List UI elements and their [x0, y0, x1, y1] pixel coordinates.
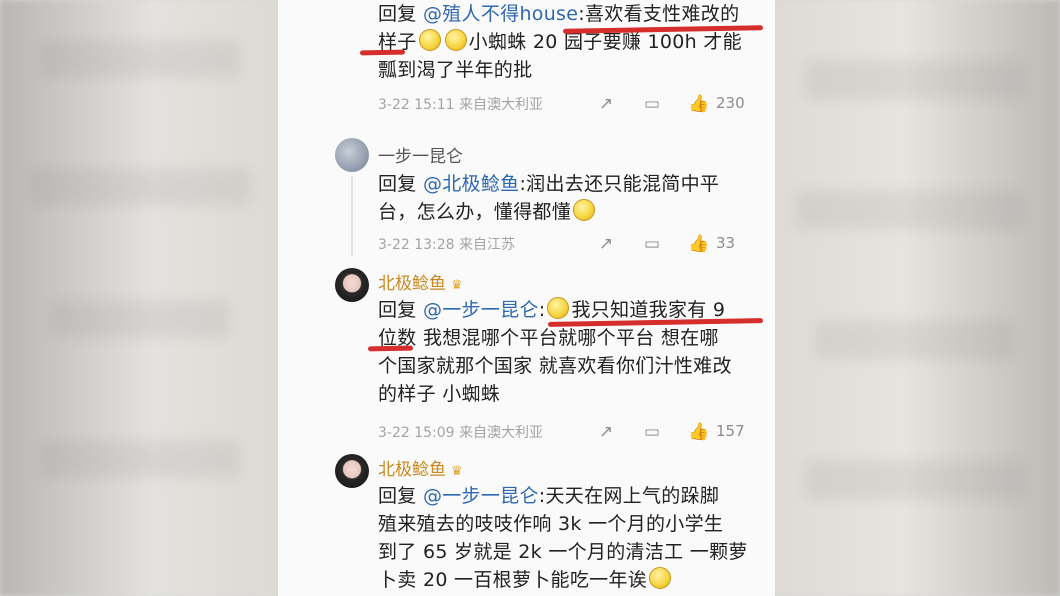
mention-link[interactable]: @殖人不得house [423, 3, 578, 25]
comment-icon[interactable]: ▭ [642, 422, 662, 442]
comment-body: 回复 @殖人不得house:喜欢看支性难改的 样子 小蜘蛛 20 园子要赚 100… [378, 0, 764, 84]
thread-line [351, 176, 353, 256]
comment-text: 殖来殖去的吱吱作响 3k 一个月的小学生 [378, 513, 724, 535]
thumbs-up-icon[interactable]: 👍 [688, 422, 709, 442]
blurred-background-left [0, 0, 278, 596]
comment-text: 小蜘蛛 20 园子要赚 100h 才能 [468, 31, 742, 53]
blurred-shape [40, 40, 240, 78]
comment-screenshot: 回复 @殖人不得house:喜欢看支性难改的 样子 小蜘蛛 20 园子要赚 100… [278, 0, 775, 596]
smile-emoji-icon [649, 567, 672, 589]
avatar[interactable] [335, 454, 369, 488]
blurred-shape [50, 300, 230, 338]
comment-meta: 3-22 13:28 来自江苏 ↗ ▭ 👍 33 [378, 234, 758, 256]
mention-link[interactable]: @一步一昆仑 [423, 485, 539, 507]
comment-text: 卜卖 20 一百根萝卜能吃一年诶 [378, 569, 648, 591]
share-icon[interactable]: ↗ [596, 234, 616, 254]
thumbs-up-icon[interactable]: 👍 [688, 234, 709, 254]
comment-icon[interactable]: ▭ [642, 94, 662, 114]
blurred-shape [805, 60, 1025, 100]
comment-meta: 3-22 15:11 来自澳大利亚 ↗ ▭ 👍 230 [378, 94, 758, 116]
comment-text: 我想混哪个平台就哪个平台 想在哪 [416, 327, 719, 349]
reply-prefix: 回复 [378, 485, 417, 507]
crown-icon: ♛ [451, 464, 463, 479]
comment-text: 我只知道我家有 9 [571, 299, 726, 321]
avatar[interactable] [335, 268, 369, 302]
comment-body: 回复 @一步一昆仑: 我只知道我家有 9 位数 我想混哪个平台就哪个平台 想在哪 … [378, 296, 764, 408]
blurred-background-right [775, 0, 1060, 596]
comment-time: 3-22 15:09 来自澳大利亚 [378, 425, 544, 441]
comment-meta: 3-22 15:09 来自澳大利亚 ↗ ▭ 👍 157 [378, 422, 758, 444]
username[interactable]: 北极鲶鱼 ♛ [378, 269, 463, 294]
comment-text: 的样子 小蜘蛛 [378, 383, 501, 405]
comment-text: :润出去还只能混简中平 [519, 173, 720, 195]
comment-actions: ↗ ▭ 👍 230 [596, 94, 766, 116]
comment-body: 回复 @北极鲶鱼:润出去还只能混简中平 台，怎么办，懂得都懂 [378, 170, 764, 226]
like-count: 230 [716, 94, 745, 112]
share-icon[interactable]: ↗ [596, 422, 616, 442]
comment-text: 瓢到渴了半年的批 [378, 59, 533, 81]
avatar[interactable] [335, 138, 369, 172]
blurred-shape [40, 440, 240, 478]
like-count: 157 [716, 422, 745, 440]
comment-text: 个国家就那个国家 就喜欢看你们汁性难改 [378, 355, 732, 377]
comment-time: 3-22 15:11 来自澳大利亚 [378, 97, 544, 113]
like-count: 33 [716, 234, 736, 252]
share-icon[interactable]: ↗ [596, 94, 616, 114]
smile-emoji-icon [444, 29, 467, 51]
reply-prefix: 回复 [378, 299, 417, 321]
blurred-shape [805, 460, 1025, 500]
highlight-underline [359, 49, 406, 56]
blurred-shape [795, 190, 1025, 230]
comment-text: 到了 65 岁就是 2k 一个月的清洁工 一颗萝 [378, 541, 748, 563]
highlight-underline [367, 345, 414, 352]
username[interactable]: 一步一昆仑 [378, 142, 463, 167]
blurred-shape [815, 320, 1015, 360]
smile-emoji-icon [547, 297, 570, 319]
mention-link[interactable]: @一步一昆仑 [423, 299, 539, 321]
comment-text: 台，怎么办，懂得都懂 [378, 201, 572, 223]
reply-prefix: 回复 [378, 173, 417, 195]
blurred-shape [30, 168, 250, 206]
comment-text: :喜欢看支性难改的 [578, 3, 740, 25]
smile-emoji-icon [573, 199, 596, 221]
crown-icon: ♛ [451, 278, 463, 293]
smile-emoji-icon [418, 29, 441, 51]
comment-body: 回复 @一步一昆仑:天天在网上气的跺脚 殖来殖去的吱吱作响 3k 一个月的小学生… [378, 482, 764, 594]
comment-actions: ↗ ▭ 👍 157 [596, 422, 766, 444]
reply-prefix: 回复 [378, 3, 417, 25]
comment-text: : [538, 299, 546, 321]
comment-text: :天天在网上气的跺脚 [538, 485, 720, 507]
username[interactable]: 北极鲶鱼 ♛ [378, 455, 463, 480]
comment-icon[interactable]: ▭ [642, 234, 662, 254]
thumbs-up-icon[interactable]: 👍 [688, 94, 709, 114]
comment-time: 3-22 13:28 来自江苏 [378, 237, 516, 253]
mention-link[interactable]: @北极鲶鱼 [423, 173, 520, 195]
comment-actions: ↗ ▭ 👍 33 [596, 234, 766, 256]
